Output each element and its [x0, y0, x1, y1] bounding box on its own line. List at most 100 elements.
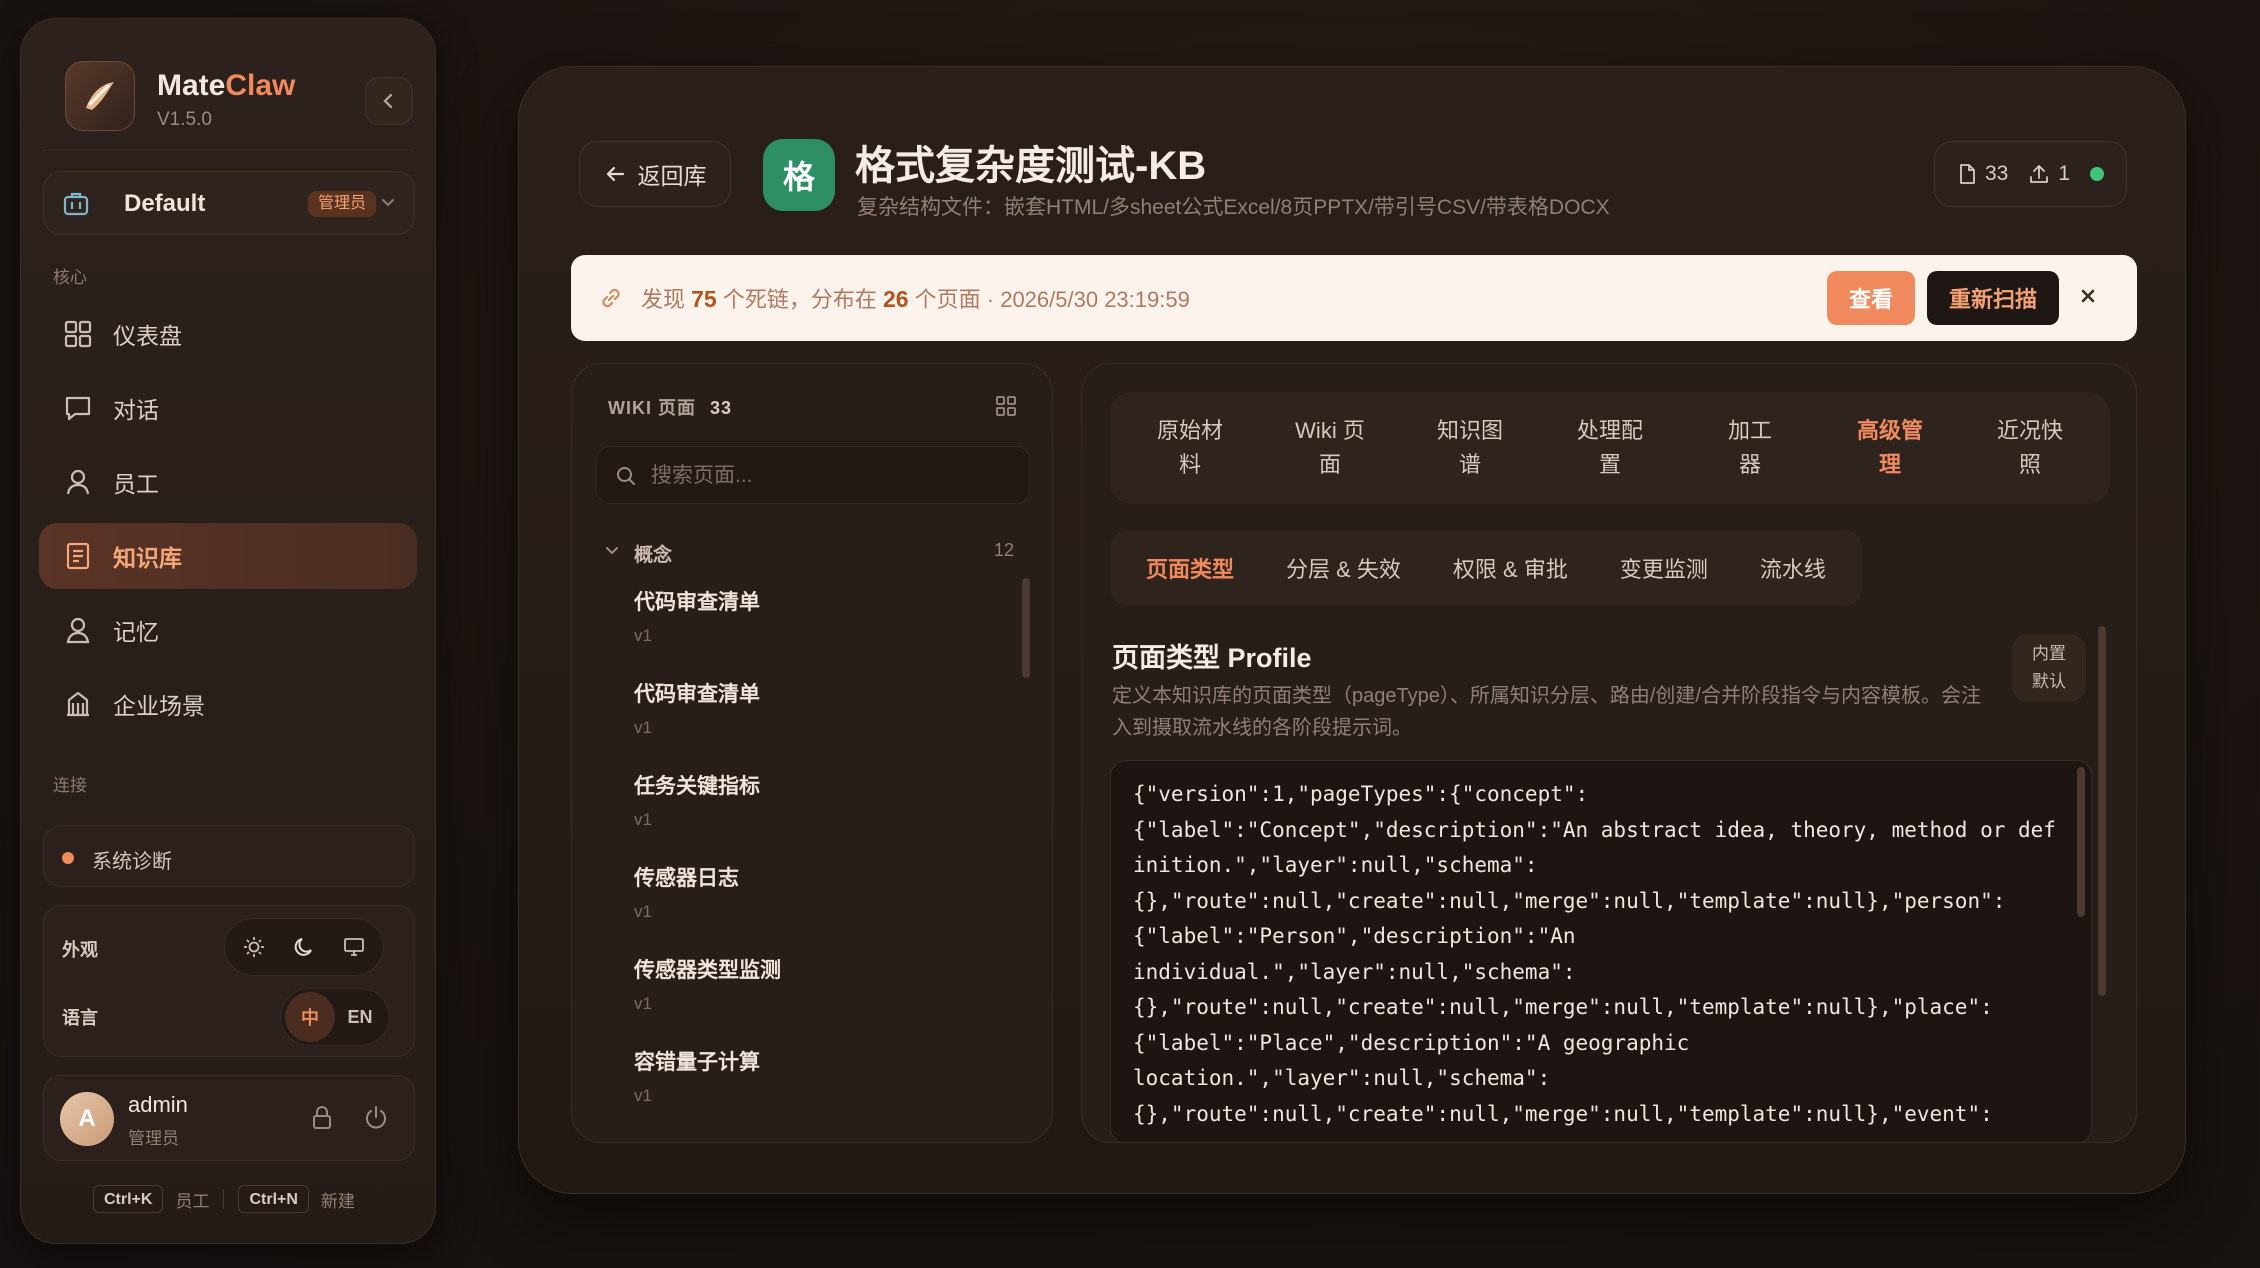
nav-item-employees[interactable]: 员工: [39, 449, 417, 515]
theme-light-button[interactable]: [229, 922, 279, 972]
close-icon[interactable]: [2077, 285, 2099, 307]
upload-count: 1: [2058, 162, 2070, 185]
wiki-page-version: v1: [634, 994, 652, 1013]
section-description: 定义本知识库的页面类型（pageType）、所属知识分层、路由/创建/合并阶段指…: [1112, 685, 1981, 739]
subtab-page-types[interactable]: 页面类型: [1120, 552, 1260, 584]
editor-scrollbar[interactable]: [2077, 767, 2085, 917]
wiki-header-label: WIKI 页面: [608, 398, 696, 418]
language-en-button[interactable]: EN: [335, 992, 385, 1042]
list-item[interactable]: 容错量子计算 v1: [634, 1046, 1014, 1126]
arrow-left-icon: [606, 166, 624, 182]
search-icon: [617, 467, 635, 485]
tab-label-line2: 谱: [1458, 452, 1481, 477]
doc-count: 33: [1984, 162, 2009, 185]
tab-wiki-pages[interactable]: Wiki 页面: [1272, 414, 1388, 482]
list-item[interactable]: 任务关键指标 v1: [634, 770, 1014, 850]
tab-label-line2: 料: [1178, 452, 1201, 477]
grid-view-icon[interactable]: [994, 394, 1018, 418]
kb-main-tabs: 原始材料 Wiki 页面 知识图谱 处理配置 加工器 高级管理 近况快照: [1110, 392, 2110, 504]
wiki-search-box: [596, 446, 1030, 504]
alert-message: 发现 75 个死链，分布在 26 个页面 · 2026/5/30 23:19:5…: [641, 282, 1190, 314]
wiki-page-name: 任务关键指标: [634, 775, 760, 798]
list-item[interactable]: 传感器日志 v1: [634, 862, 1014, 942]
alert-suffix: 个页面 · 2026/5/30 23:19:59: [908, 287, 1190, 312]
shortcut-label-employees: 员工: [175, 1191, 210, 1211]
tab-label-line1: 高级管: [1856, 418, 1923, 443]
lock-icon[interactable]: [308, 1104, 336, 1132]
link-icon: [602, 288, 620, 308]
view-dead-links-button[interactable]: 查看: [1827, 271, 1915, 325]
nav-label-dashboard: 仪表盘: [113, 323, 182, 349]
tab-processing-config[interactable]: 处理配置: [1552, 414, 1668, 482]
diagnostics-status-dot: [62, 852, 74, 864]
tab-label-line2: 照: [2018, 452, 2041, 477]
tab-raw-materials[interactable]: 原始材料: [1132, 414, 1248, 482]
chevron-down-icon: [606, 547, 618, 555]
nav-item-enterprise-scenarios[interactable]: 企业场景: [39, 671, 417, 737]
tab-processors[interactable]: 加工器: [1692, 414, 1808, 482]
nav-label-chat: 对话: [113, 397, 159, 423]
nav-item-chat[interactable]: 对话: [39, 375, 417, 441]
detail-panel-scrollbar[interactable]: [2098, 626, 2106, 996]
tab-advanced-management[interactable]: 高级管理: [1832, 414, 1948, 482]
language-zh-button[interactable]: 中: [285, 992, 335, 1042]
wiki-page-count: 33: [710, 398, 733, 418]
app-root: MateClaw V1.5.0 Default 管理员 核心 仪表盘 对话 员工: [0, 0, 2260, 1268]
moon-icon: [294, 938, 312, 956]
wiki-page-version: v1: [634, 902, 652, 921]
wiki-list-scrollbar[interactable]: [1022, 578, 1030, 678]
tab-recent-snapshot[interactable]: 近况快照: [1972, 414, 2088, 482]
chevron-left-icon: [383, 93, 393, 109]
subtab-permissions-approval[interactable]: 权限 & 审批: [1427, 552, 1594, 584]
wiki-page-name: 容错量子计算: [634, 1051, 760, 1074]
tab-label-line2: 置: [1598, 452, 1621, 477]
user-name: admin: [128, 1092, 188, 1117]
subtab-layers-expiry[interactable]: 分层 & 失效: [1260, 552, 1427, 584]
builtin-default-badge: 内置 默认: [2012, 634, 2086, 702]
brand-name-part2: Claw: [225, 69, 296, 102]
nav-item-knowledge-base[interactable]: 知识库: [39, 523, 417, 589]
brand-version: V1.5.0: [157, 109, 212, 130]
user-role: 管理员: [128, 1129, 179, 1148]
theme-dark-button[interactable]: [279, 922, 329, 972]
wiki-group-concepts[interactable]: 概念 12: [604, 536, 1014, 568]
section-label-connect: 连接: [53, 776, 87, 795]
brand-name: MateClaw: [157, 69, 295, 103]
list-item[interactable]: 代码审查清单 v1: [634, 586, 1014, 666]
alert-page-count: 26: [882, 286, 909, 312]
wiki-page-name: 传感器类型监测: [634, 959, 781, 982]
subtab-pipeline[interactable]: 流水线: [1734, 552, 1852, 584]
nav-item-memory[interactable]: 记忆: [39, 597, 417, 663]
theme-system-button[interactable]: [329, 922, 379, 972]
back-to-library-button[interactable]: 返回库: [579, 141, 731, 207]
wiki-page-list: WIKI 页面 33 概念 12 代码审查清单 v1 代码审查清单 v1: [571, 363, 1053, 1143]
list-item[interactable]: 代码审查清单 v1: [634, 678, 1014, 758]
profile-json-text: {"version":1,"pageTypes":{"concept": {"l…: [1133, 782, 2056, 1126]
upload-icon: [2030, 165, 2049, 183]
tab-label-line2: 器: [1738, 452, 1761, 477]
power-icon[interactable]: [362, 1104, 390, 1132]
tab-knowledge-graph[interactable]: 知识图谱: [1412, 414, 1528, 482]
language-switcher: 中 EN: [280, 988, 390, 1046]
nav-item-dashboard[interactable]: 仪表盘: [39, 301, 417, 367]
dashboard-icon: [61, 317, 95, 351]
wiki-group-count: 12: [993, 540, 1014, 560]
section-title: 页面类型 Profile: [1112, 643, 1312, 673]
memory-icon: [61, 613, 95, 647]
theme-switcher: [224, 918, 384, 976]
brand-name-part1: Mate: [157, 69, 226, 102]
collapse-sidebar-button[interactable]: [365, 77, 413, 125]
list-item[interactable]: 传感器类型监测 v1: [634, 954, 1014, 1034]
subtab-change-monitoring[interactable]: 变更监测: [1594, 552, 1734, 584]
workspace-icon: [63, 192, 89, 216]
workspace-selector[interactable]: Default 管理员: [43, 171, 415, 235]
kb-description: 复杂结构文件：嵌套HTML/多sheet公式Excel/8页PPTX/带引号CS…: [857, 196, 1610, 219]
document-icon: [1960, 164, 1975, 184]
wiki-search-input[interactable]: [651, 459, 1011, 493]
system-diagnostics-button[interactable]: 系统诊断: [43, 825, 415, 887]
page-type-profile-editor[interactable]: {"version":1,"pageTypes":{"concept": {"l…: [1110, 760, 2092, 1142]
kb-avatar: 格: [763, 139, 835, 211]
wiki-page-version: v1: [634, 1086, 652, 1105]
nav-label-memory: 记忆: [113, 619, 159, 645]
rescan-button[interactable]: 重新扫描: [1927, 271, 2059, 325]
